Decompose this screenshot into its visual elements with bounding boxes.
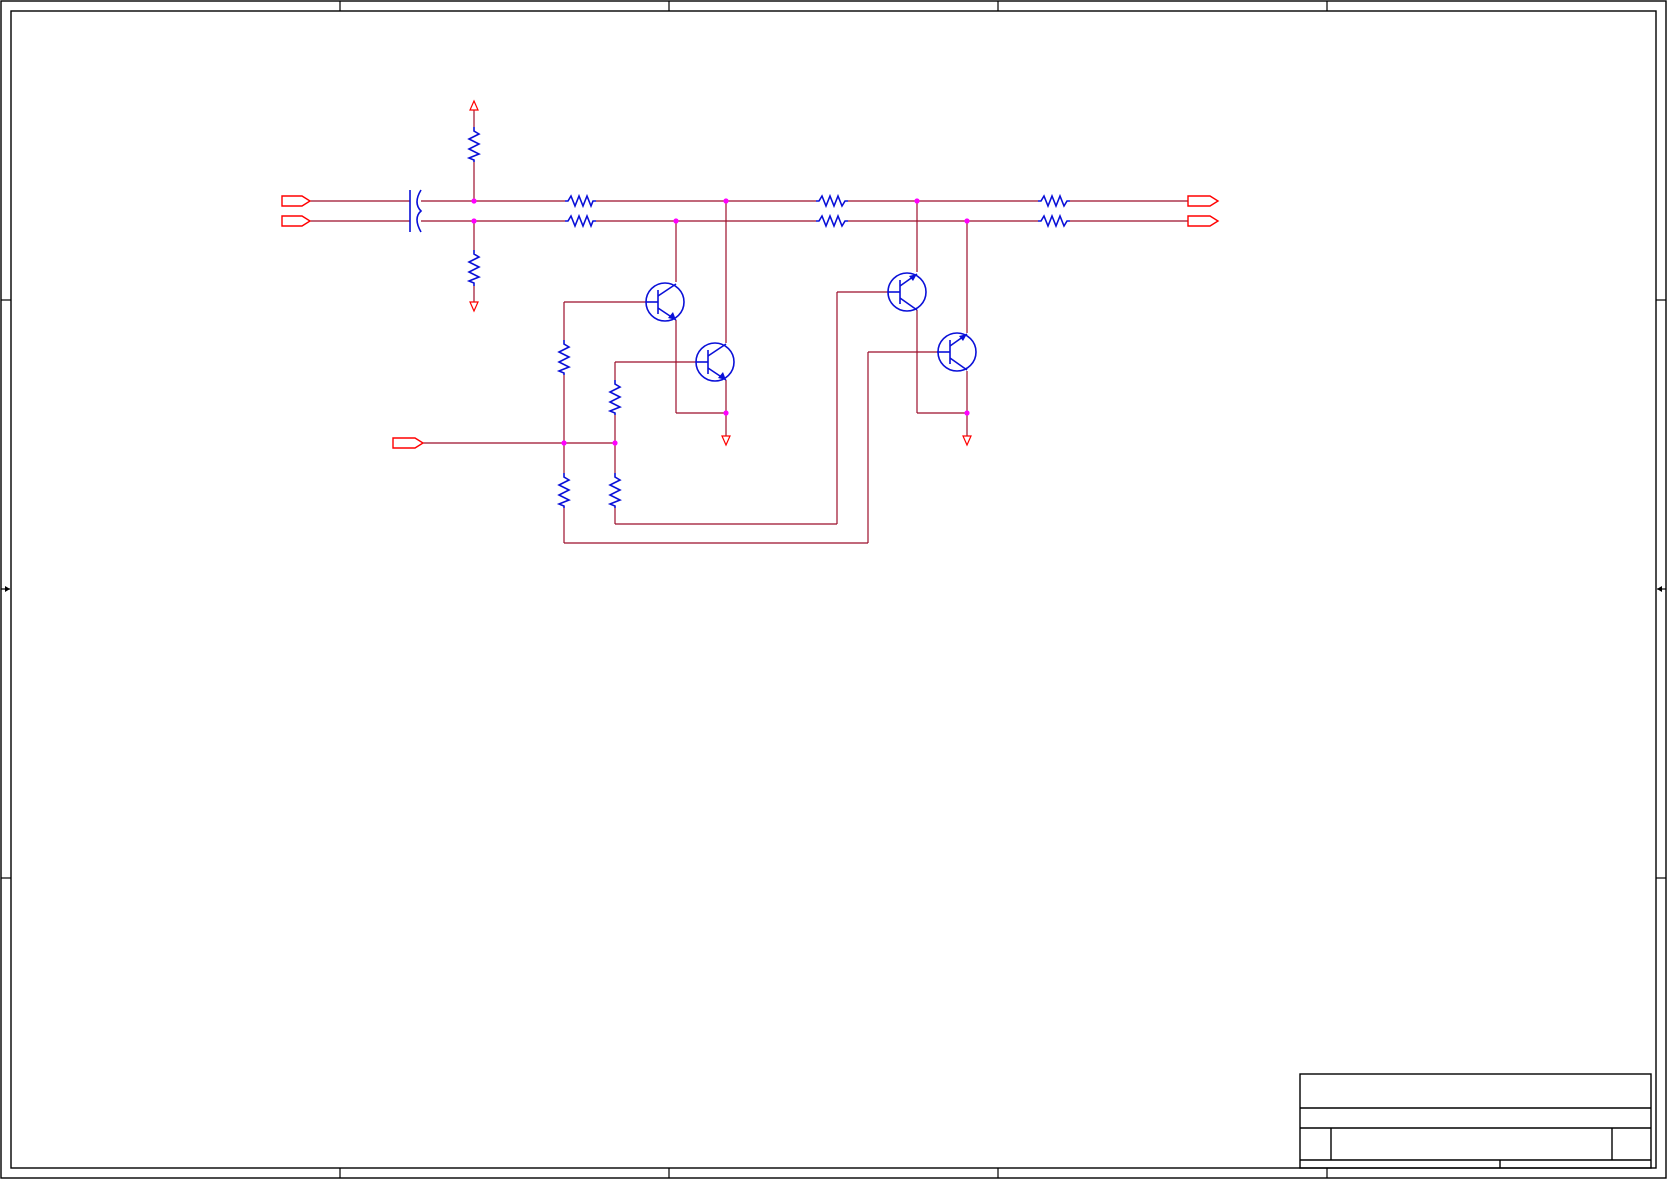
junction-dot	[964, 410, 970, 416]
power-symbol-icon	[469, 99, 479, 111]
transistor-q3-icon	[887, 272, 927, 312]
resistor-icon	[565, 213, 596, 229]
resistor-icon	[556, 340, 571, 375]
resistor-icon	[466, 127, 481, 162]
port-input-1[interactable]	[281, 195, 312, 207]
center-arrow-right-icon	[1657, 586, 1666, 592]
junction-dot	[964, 218, 970, 224]
junction-dot	[673, 218, 679, 224]
junction-dot	[561, 440, 567, 446]
transistor-q1-icon	[645, 282, 685, 322]
ground-symbol-icon	[469, 301, 479, 313]
resistor-icon	[607, 473, 622, 508]
port-input-2[interactable]	[281, 215, 312, 227]
junction-dot	[471, 198, 477, 204]
port-output-1[interactable]	[1187, 195, 1220, 207]
resistor-icon	[1038, 193, 1070, 209]
junction-dot	[723, 198, 729, 204]
drawing-frame	[0, 0, 1667, 1179]
junction-dot	[612, 440, 618, 446]
capacitor-icon	[409, 189, 423, 233]
ports	[281, 195, 1220, 449]
ground-symbol-icon	[721, 435, 731, 447]
center-arrow-left-icon	[1, 586, 10, 592]
junction-dot	[471, 218, 477, 224]
schematic-sheet	[0, 0, 1667, 1179]
resistor-icon	[466, 250, 481, 286]
port-output-2[interactable]	[1187, 215, 1220, 227]
transistor-q2-icon	[695, 342, 735, 382]
resistor-icon	[565, 193, 596, 209]
transistor-q4-icon	[937, 332, 977, 372]
junctions	[471, 198, 970, 446]
resistor-icon	[816, 213, 848, 229]
junction-dot	[723, 410, 729, 416]
port-control-input[interactable]	[392, 437, 425, 449]
resistor-icon	[1038, 213, 1070, 229]
wires	[310, 110, 1188, 544]
resistor-icon	[556, 473, 571, 508]
resistor-icon	[816, 193, 848, 209]
title-block	[1299, 1073, 1652, 1169]
ground-symbol-icon	[962, 435, 972, 447]
resistor-icon	[607, 380, 622, 415]
junction-dot	[914, 198, 920, 204]
